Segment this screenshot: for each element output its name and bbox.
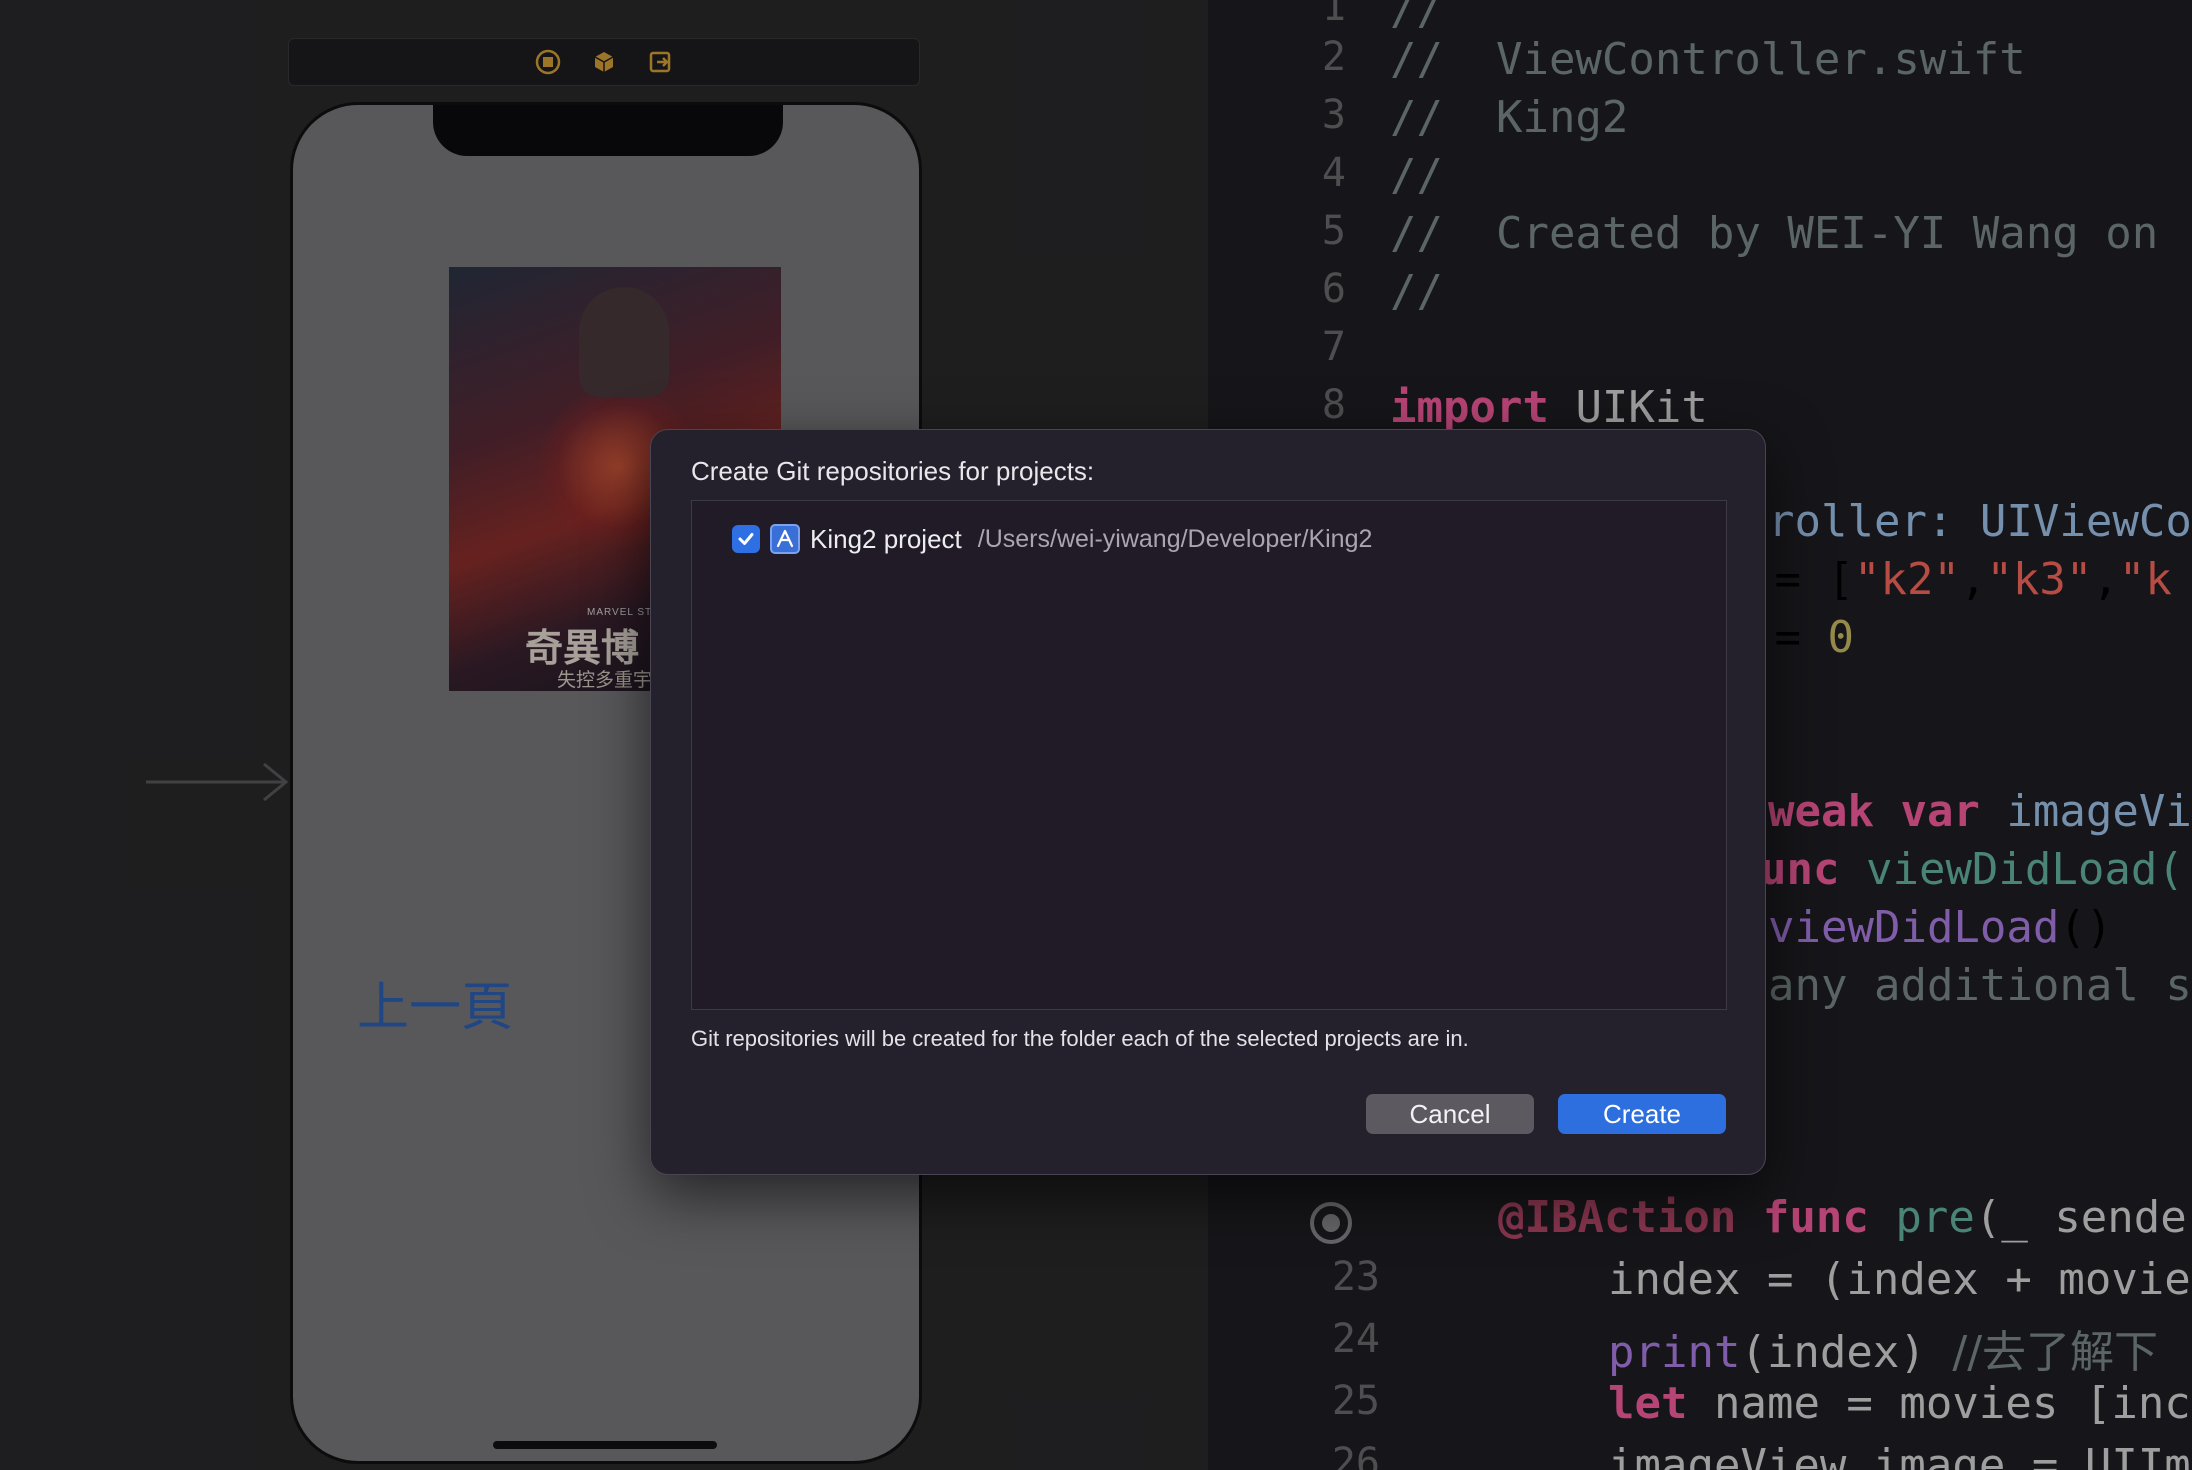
project-name: King2 project: [810, 523, 962, 554]
dialog-title: Create Git repositories for projects:: [691, 456, 1095, 486]
project-path: /Users/wei-yiwang/Developer/King2: [977, 524, 1373, 553]
project-checkbox[interactable]: [732, 525, 760, 553]
xcode-project-icon: [770, 524, 800, 554]
cancel-button[interactable]: Cancel: [1366, 1094, 1534, 1134]
checkmark-icon: [738, 533, 754, 545]
dialog-note: Git repositories will be created for the…: [691, 1026, 1469, 1051]
create-button[interactable]: Create: [1558, 1094, 1726, 1134]
create-git-repositories-dialog: Create Git repositories for projects: Ki…: [650, 429, 1766, 1175]
project-list[interactable]: King2 project /Users/wei-yiwang/Develope…: [691, 500, 1727, 1010]
project-row[interactable]: King2 project /Users/wei-yiwang/Develope…: [732, 519, 1372, 559]
